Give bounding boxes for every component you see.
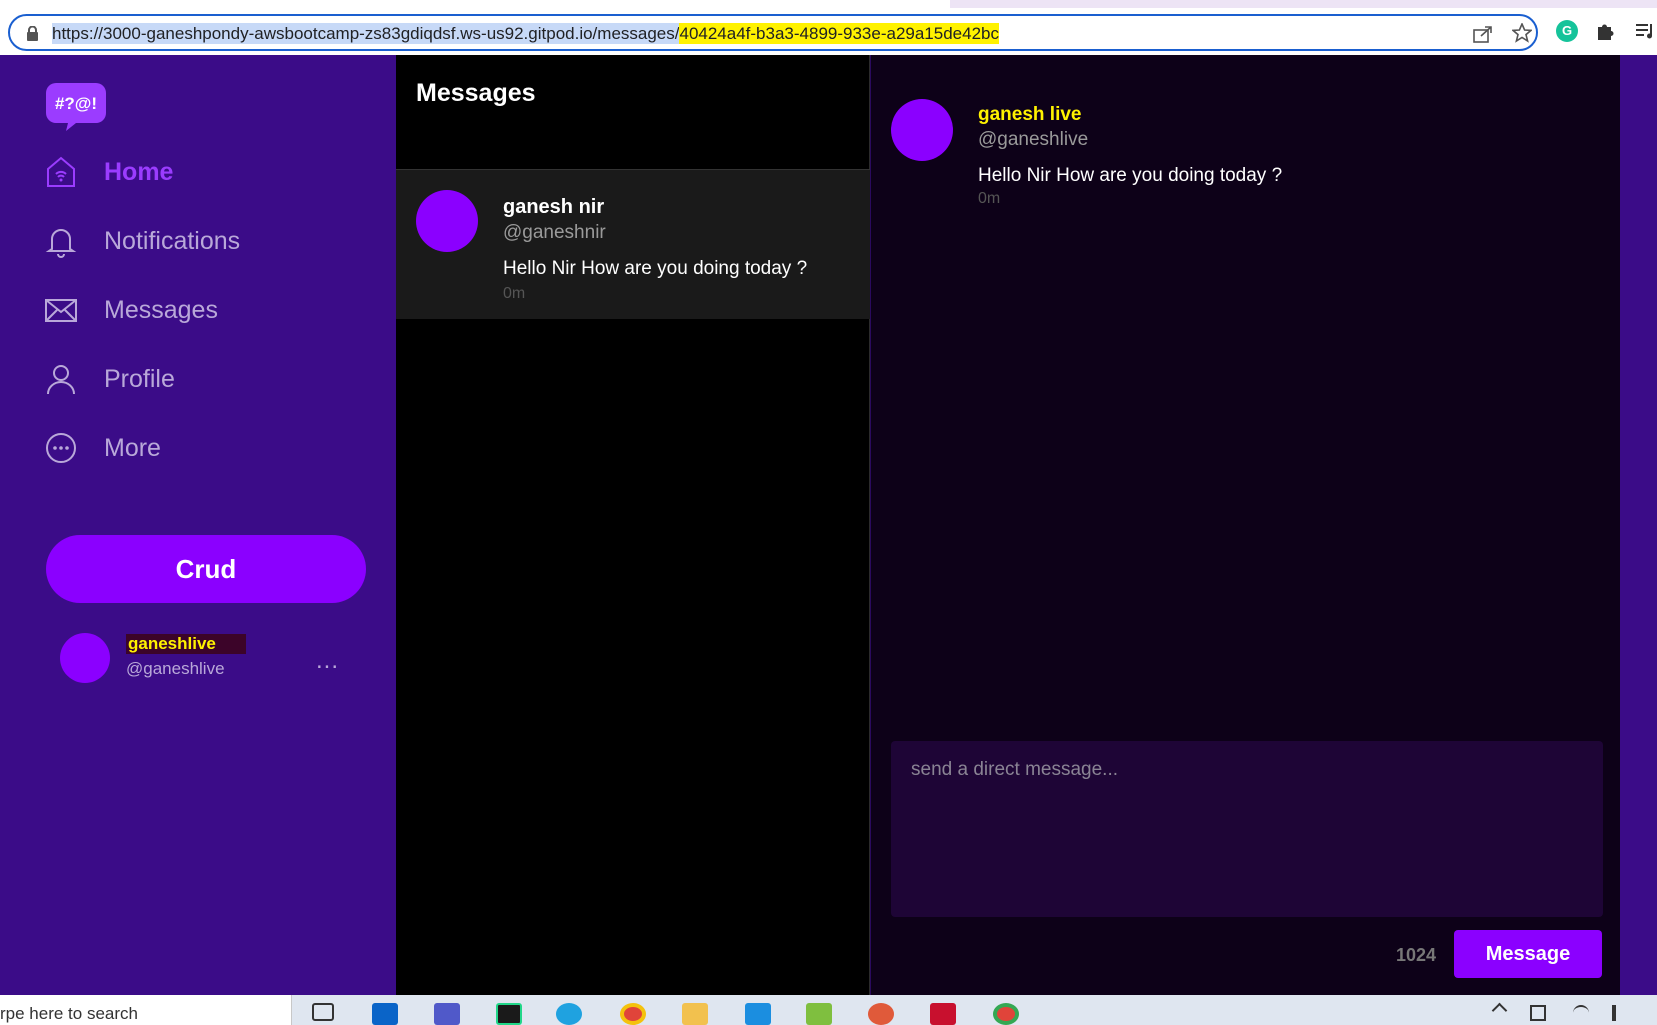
bell-icon	[45, 229, 77, 258]
person-icon	[47, 365, 75, 395]
profile-card[interactable]: ganeshlive @ganeshlive ...	[60, 633, 360, 693]
home-icon	[47, 156, 75, 187]
message-input[interactable]	[891, 741, 1603, 917]
page-title: Messages	[416, 79, 536, 107]
chrome-icon[interactable]	[620, 1003, 646, 1025]
network-icon[interactable]	[1530, 1005, 1546, 1021]
browser-toolbar: https://3000-ganeshpondy-awsbootcamp-zs8…	[0, 0, 1657, 55]
nav-messages-label: Messages	[104, 295, 218, 324]
group-display-name: ganesh nir	[503, 196, 605, 218]
avatar[interactable]	[891, 99, 953, 161]
nav-home-label: Home	[104, 157, 174, 186]
address-bar[interactable]: https://3000-ganeshpondy-awsbootcamp-zs8…	[8, 14, 1538, 51]
nav-profile-label: Profile	[104, 364, 175, 393]
group-handle: @ganeshnir	[503, 222, 606, 243]
task-view-icon[interactable]	[312, 1003, 334, 1021]
avatar[interactable]	[416, 190, 478, 252]
notepad-icon[interactable]	[806, 1003, 832, 1025]
taskbar: rpe here to search	[0, 995, 1657, 1025]
puzzle-icon[interactable]	[1594, 20, 1616, 42]
message-group-item[interactable]: ganesh nir @ganeshnir Hello Nir How are …	[396, 170, 870, 319]
envelope-icon	[45, 299, 77, 322]
message-time: 0m	[978, 190, 1001, 207]
volume-icon[interactable]	[1612, 1005, 1628, 1021]
message-text: Hello Nir How are you doing today ?	[978, 165, 1283, 186]
reading-list-icon[interactable]	[1634, 20, 1656, 42]
edge-icon[interactable]	[556, 1003, 582, 1025]
url-base: https://3000-ganeshpondy-awsbootcamp-zs8…	[52, 23, 680, 44]
page-background	[1620, 55, 1657, 995]
grammarly-icon[interactable]: G	[1556, 20, 1578, 42]
message-handle: @ganeshlive	[978, 129, 1089, 150]
more-circle-icon	[46, 433, 76, 463]
nav-notifications-label: Notifications	[104, 226, 241, 255]
star-icon[interactable]	[1512, 23, 1532, 43]
url-text[interactable]: https://3000-ganeshpondy-awsbootcamp-zs8…	[52, 23, 999, 44]
pycharm-icon[interactable]	[496, 1003, 522, 1025]
wifi-icon[interactable]	[1573, 1005, 1589, 1021]
nav-notifications[interactable]: Notifications	[44, 216, 364, 266]
profile-more-button[interactable]: ...	[316, 647, 339, 675]
teams-icon[interactable]	[434, 1003, 460, 1025]
avatar[interactable]	[60, 633, 110, 683]
url-id: 40424a4f-b3a3-4899-933e-a29a15de42bc	[679, 23, 999, 44]
send-message-button[interactable]: Message	[1454, 930, 1602, 978]
char-count: 1024	[1396, 945, 1437, 965]
taskbar-search-text: rpe here to search	[0, 1004, 138, 1023]
rsa-icon[interactable]	[930, 1003, 956, 1025]
group-message-preview: Hello Nir How are you doing today ?	[503, 258, 808, 279]
nav-profile[interactable]: Profile	[44, 354, 364, 404]
group-time: 0m	[503, 285, 526, 302]
sidebar: #?@! Home Notifications Messages Profile	[0, 55, 396, 995]
chevron-up-icon[interactable]	[1491, 1002, 1508, 1019]
app-icon[interactable]	[868, 1003, 894, 1025]
lock-icon[interactable]	[26, 26, 39, 41]
nav-messages[interactable]: Messages	[44, 285, 364, 335]
taskbar-search[interactable]: rpe here to search	[0, 995, 292, 1025]
vscode-icon[interactable]	[745, 1003, 771, 1025]
message-display-name: ganesh live	[978, 104, 1082, 125]
chrome-icon[interactable]	[993, 1003, 1019, 1025]
logo-text: #?@!	[55, 94, 97, 113]
profile-display-name: ganeshlive	[126, 634, 246, 654]
message-item: ganesh live @ganeshlive Hello Nir How ar…	[891, 99, 1591, 219]
logo[interactable]: #?@!	[46, 81, 106, 131]
nav-more[interactable]: More	[44, 423, 364, 473]
conversation: ganesh live @ganeshlive Hello Nir How ar…	[871, 55, 1620, 995]
nav-home[interactable]: Home	[44, 147, 364, 197]
nav-more-label: More	[104, 433, 161, 462]
profile-handle: @ganeshlive	[126, 659, 225, 678]
outlook-icon[interactable]	[372, 1003, 398, 1025]
share-icon[interactable]	[1472, 24, 1494, 44]
message-groups: Messages ganesh nir @ganeshnir Hello Nir…	[396, 55, 870, 995]
browser-tab-strip	[950, 0, 1657, 8]
crud-button[interactable]: Crud	[46, 535, 366, 603]
file-explorer-icon[interactable]	[682, 1003, 708, 1025]
